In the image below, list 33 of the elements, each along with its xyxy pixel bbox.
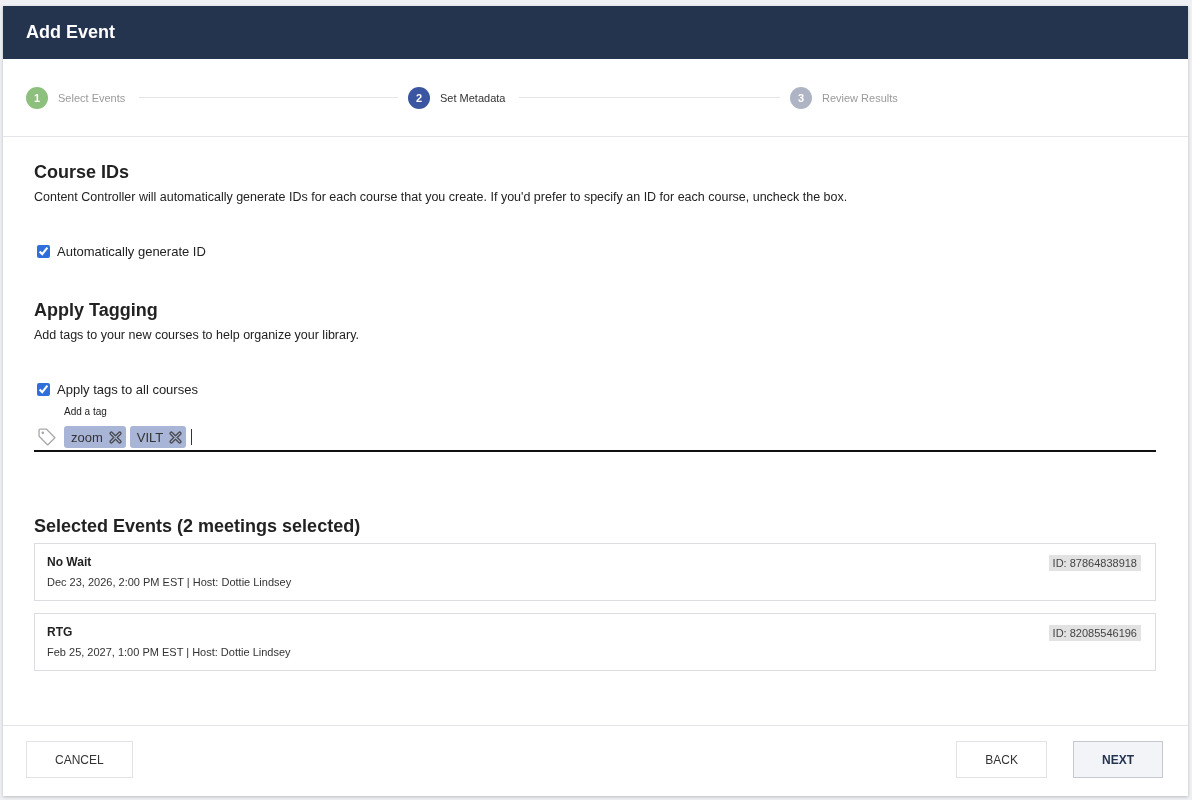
step-label: Select Events <box>58 91 126 104</box>
dialog-button[interactable]: CANCEL <box>26 741 133 778</box>
step-label: Review Results <box>822 91 898 104</box>
event-details: Feb 25, 2027, 1:00 PM EST | Host: Dottie Lindsey <box>47 645 291 659</box>
step-indicator: 2 <box>408 86 430 109</box>
section-description: Add tags to your new courses to help organize your library. <box>34 327 359 343</box>
checkbox[interactable] <box>37 382 50 396</box>
tag-icon <box>37 427 57 447</box>
dialog-button[interactable]: BACK <box>956 741 1047 778</box>
checkbox-label: Automatically generate ID <box>57 243 206 259</box>
event-name: RTG <box>47 625 73 639</box>
step-label: Set Metadata <box>440 91 506 104</box>
section-heading: Course IDs <box>34 161 130 183</box>
event-id: ID: 87864838918 <box>1048 555 1141 571</box>
checkbox-label: Apply tags to all courses <box>57 381 198 397</box>
event-name: No Wait <box>47 555 92 569</box>
tag-label: VILT <box>136 429 164 445</box>
close-icon[interactable] <box>169 430 183 444</box>
dialog-button[interactable]: NEXT <box>1073 741 1163 778</box>
tag-label: zoom <box>71 429 103 445</box>
step-indicator: 1 <box>26 86 48 109</box>
tag-input-field[interactable]: zoom VILT <box>34 424 1156 452</box>
section-description: Content Controller will automatically generate IDs for each course that you create. If you'd prefer to specify an ID for each course, uncheck the box. <box>34 189 848 205</box>
text-cursor-icon <box>191 429 193 445</box>
field-label: Add a tag <box>64 406 107 418</box>
section-heading: Apply Tagging <box>34 299 158 321</box>
checkbox[interactable] <box>37 244 50 258</box>
dialog-title: Add Event <box>26 22 115 43</box>
section-heading: Selected Events (2 meetings selected) <box>34 515 361 537</box>
step-indicator: 3 <box>790 86 812 109</box>
close-icon[interactable] <box>108 430 122 444</box>
event-id: ID: 82085546196 <box>1048 625 1141 641</box>
event-details: Dec 23, 2026, 2:00 PM EST | Host: Dottie Lindsey <box>47 575 292 589</box>
